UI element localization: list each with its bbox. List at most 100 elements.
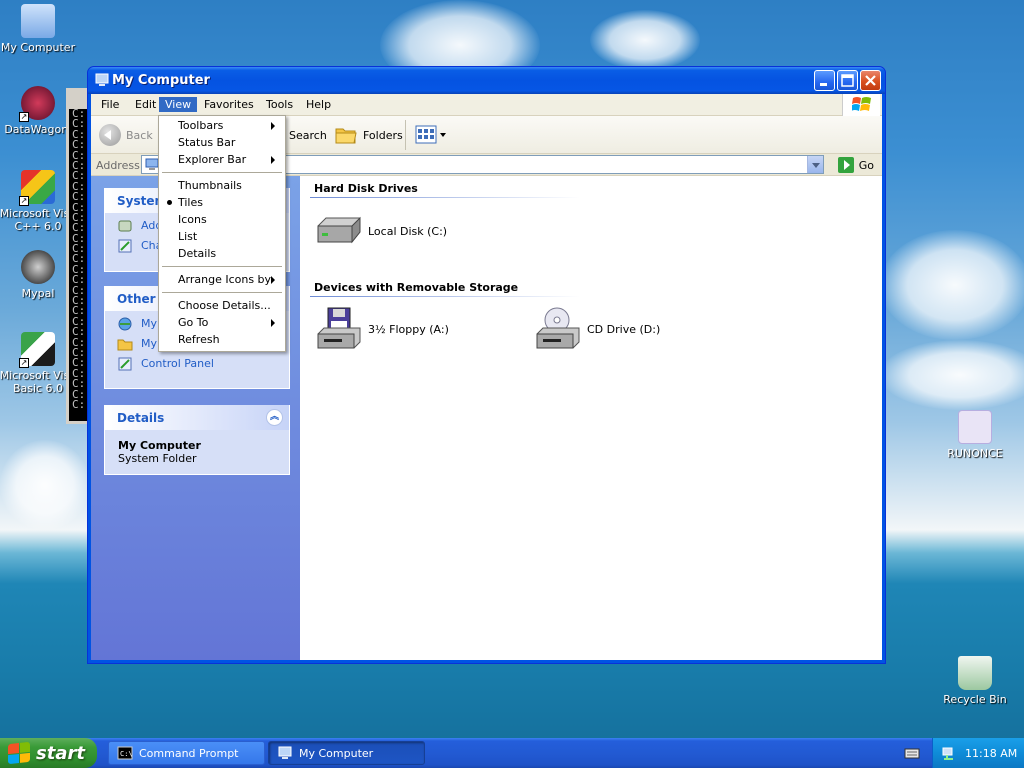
menu-item-details[interactable]: Details xyxy=(161,245,283,262)
folders-button-label: Folders xyxy=(363,128,403,142)
visual-cpp-icon: ↗ xyxy=(19,170,55,206)
menu-item-choose-details[interactable]: Choose Details... xyxy=(161,297,283,314)
group-header-hard-disk-drives: Hard Disk Drives xyxy=(314,182,418,195)
shortcut-arrow-icon: ↗ xyxy=(19,112,29,122)
radio-bullet-icon xyxy=(167,200,172,205)
desktop-icon-label: Mypal xyxy=(21,287,55,300)
task-my-computer[interactable]: My Computer xyxy=(268,741,425,765)
start-button[interactable]: start xyxy=(0,738,97,768)
menu-item-go-to[interactable]: Go To xyxy=(161,314,283,331)
address-label: Address xyxy=(96,159,140,172)
menu-item-thumbnails[interactable]: Thumbnails xyxy=(161,177,283,194)
menu-item-refresh[interactable]: Refresh xyxy=(161,331,283,348)
taskbar: start C:\ Command Prompt My Computer 11:… xyxy=(0,738,1024,768)
system-tray: 11:18 AM xyxy=(932,738,1024,768)
go-button-label: Go xyxy=(858,158,874,172)
place-control-panel[interactable]: Control Panel xyxy=(105,354,289,374)
menu-tools[interactable]: Tools xyxy=(260,97,299,112)
computer-icon xyxy=(278,746,292,759)
menu-separator xyxy=(162,292,282,293)
menu-edit[interactable]: Edit xyxy=(129,97,162,112)
search-button[interactable]: Search xyxy=(289,122,327,148)
group-header-removable-storage: Devices with Removable Storage xyxy=(314,281,519,294)
drive-floppy-a[interactable]: 3½ Floppy (A:) xyxy=(316,306,449,352)
toolbar-separator xyxy=(405,120,406,150)
computer-icon xyxy=(145,158,159,170)
menu-item-list[interactable]: List xyxy=(161,228,283,245)
computer-icon xyxy=(95,73,109,86)
control-panel-icon xyxy=(118,357,132,371)
folders-button[interactable]: Folders xyxy=(335,122,403,148)
details-header[interactable]: Details ︽ xyxy=(105,405,289,430)
menu-bar: File Edit View Favorites Tools Help xyxy=(91,94,882,116)
menu-item-label: Toolbars xyxy=(178,119,224,132)
cloud xyxy=(880,340,1024,410)
desktop-icon-runonce[interactable]: RUNONCE xyxy=(935,410,1015,460)
bunny-icon xyxy=(958,410,992,444)
computer-icon xyxy=(21,4,55,38)
menu-item-icons[interactable]: Icons xyxy=(161,211,283,228)
back-button[interactable]: Back xyxy=(99,122,153,148)
group-divider xyxy=(310,197,580,198)
menu-view[interactable]: View xyxy=(159,97,198,112)
menu-file[interactable]: File xyxy=(95,97,125,112)
start-label: start xyxy=(36,742,85,764)
menu-separator xyxy=(162,266,282,267)
go-button[interactable]: Go xyxy=(837,157,874,173)
cloud xyxy=(590,10,700,70)
command-prompt-icon: C:\ xyxy=(117,746,133,760)
drive-cd-d[interactable]: CD Drive (D:) xyxy=(535,306,660,352)
drive-local-disk-c[interactable]: Local Disk (C:) xyxy=(316,216,447,246)
desktop-icon-label: Recycle Bin xyxy=(943,693,1007,706)
windows-flag-icon xyxy=(8,741,30,765)
menu-separator xyxy=(162,172,282,173)
floppy-drive-icon xyxy=(317,307,361,349)
drive-label: CD Drive (D:) xyxy=(587,322,661,336)
group-divider xyxy=(310,296,580,297)
clock[interactable]: 11:18 AM xyxy=(965,747,1017,760)
folder-icon xyxy=(117,339,133,351)
minimize-button[interactable] xyxy=(814,70,835,91)
network-tray-icon[interactable] xyxy=(941,745,957,761)
views-icon xyxy=(415,125,446,144)
menu-item-explorer-bar[interactable]: Explorer Bar xyxy=(161,151,283,168)
desktop-icon-my-computer[interactable]: My Computer xyxy=(0,4,78,54)
details-title: Details xyxy=(117,411,165,425)
submenu-arrow-icon xyxy=(271,122,275,130)
network-icon xyxy=(118,317,132,331)
desktop-icon-label: My Computer xyxy=(0,41,76,54)
task-command-prompt[interactable]: C:\ Command Prompt xyxy=(108,741,265,765)
details-body: My Computer System Folder xyxy=(105,430,289,465)
minimize-icon xyxy=(820,83,827,86)
close-button[interactable] xyxy=(860,70,881,91)
collapse-chevron-icon[interactable]: ︽ xyxy=(266,409,283,426)
window-title: My Computer xyxy=(112,73,210,88)
details-name: My Computer xyxy=(118,439,201,452)
datawagon-icon: ↗ xyxy=(19,86,55,122)
menu-item-label: Explorer Bar xyxy=(178,153,247,166)
menu-favorites[interactable]: Favorites xyxy=(198,97,260,112)
menu-item-label: Icons xyxy=(178,213,207,226)
menu-item-toolbars[interactable]: Toolbars xyxy=(161,117,283,134)
menu-item-label: Details xyxy=(178,247,217,260)
file-view: Hard Disk Drives Local Disk (C:) Devices… xyxy=(300,176,882,660)
menu-item-arrange-icons-by[interactable]: Arrange Icons by xyxy=(161,271,283,288)
menu-item-label: Go To xyxy=(178,316,209,329)
desktop-icon-label: Microsoft Visu C++ 6.0 xyxy=(0,207,77,233)
place-label: Control Panel xyxy=(141,357,214,370)
address-dropdown-button[interactable] xyxy=(807,156,823,173)
window-titlebar[interactable]: My Computer xyxy=(88,67,885,94)
control-panel-icon xyxy=(118,239,132,253)
shortcut-arrow-icon: ↗ xyxy=(19,358,29,368)
keyboard-icon[interactable] xyxy=(904,746,920,760)
maximize-button[interactable] xyxy=(837,70,858,91)
submenu-arrow-icon xyxy=(271,156,275,164)
menu-item-label: Arrange Icons by xyxy=(178,273,272,286)
menu-help[interactable]: Help xyxy=(300,97,337,112)
menu-item-status-bar[interactable]: Status Bar xyxy=(161,134,283,151)
raccoon-icon xyxy=(21,250,55,284)
menu-item-label: Tiles xyxy=(178,196,203,209)
desktop-icon-recycle-bin[interactable]: Recycle Bin xyxy=(935,656,1015,706)
menu-item-tiles[interactable]: Tiles xyxy=(161,194,283,211)
views-button[interactable] xyxy=(415,122,447,148)
